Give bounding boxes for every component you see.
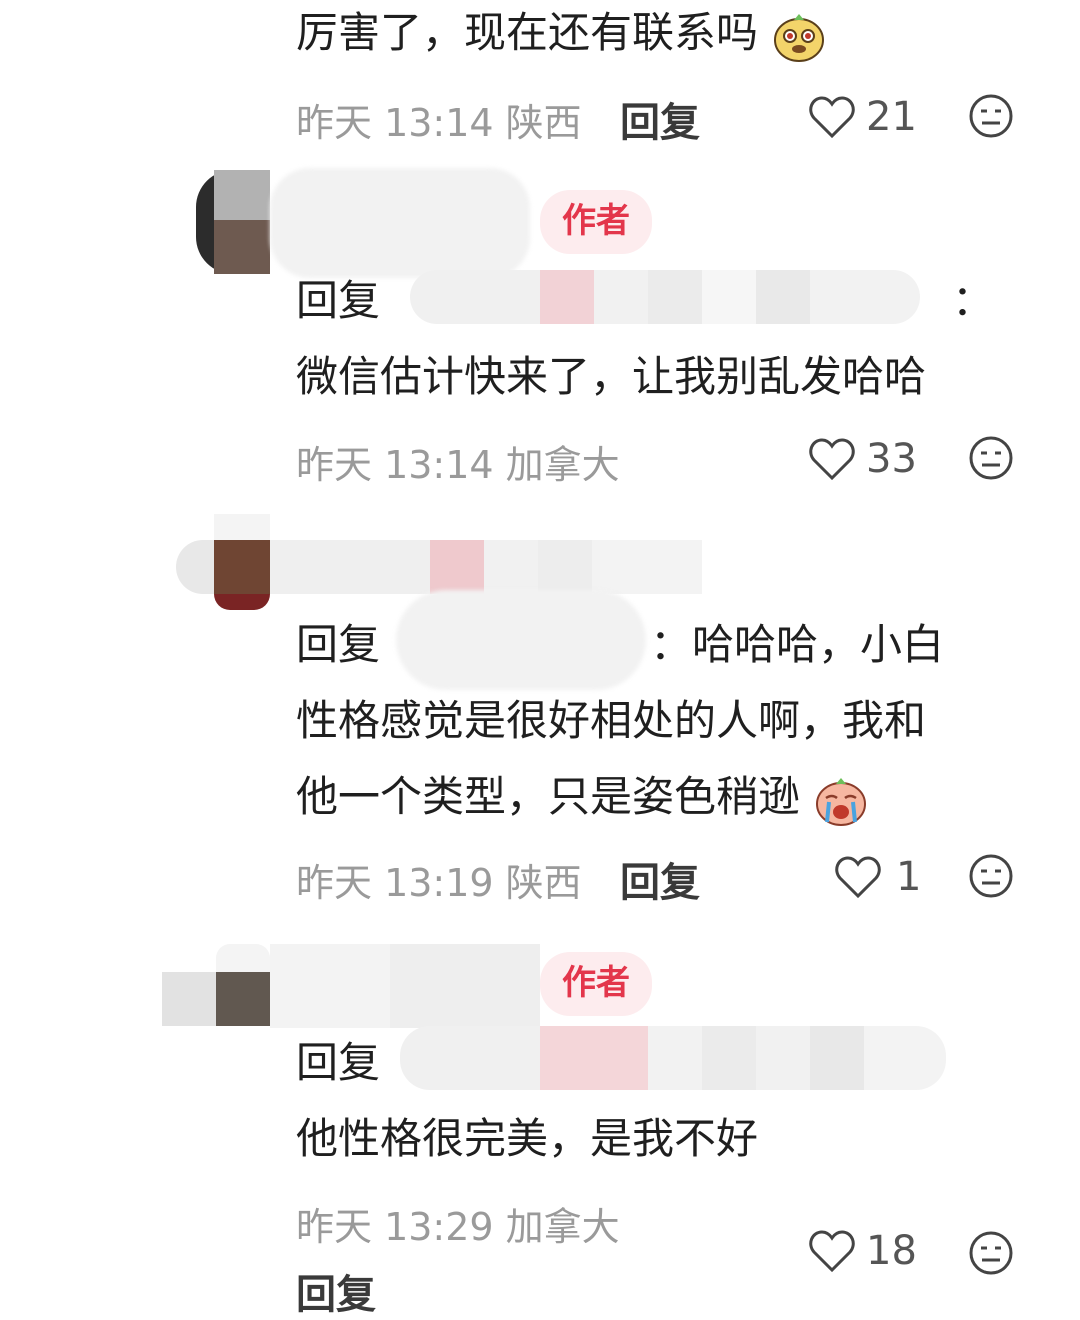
reply-button[interactable]: 回复 [296, 1262, 376, 1320]
redacted-mention [410, 270, 920, 324]
reply-button[interactable]: 回复 [620, 850, 700, 908]
comment-meta: 昨天 13:19 陕西 [296, 861, 582, 905]
neutral-face-icon[interactable] [968, 435, 1014, 481]
author-tag: 作者 [540, 952, 652, 1016]
redacted-mention [396, 590, 646, 690]
comment-3-text-line-2: 他一个类型，只是姿色稍逊 [296, 760, 869, 834]
comment-meta: 昨天 13:29 加拿大 [296, 1205, 620, 1249]
reply-suffix: ： [952, 276, 995, 325]
comment-1-text: 厉害了，现在还有联系吗 [296, 0, 827, 70]
username-redacted [270, 944, 540, 1028]
comment-meta: 昨天 13:14 加拿大 [296, 443, 620, 487]
reply-line: 回复 [296, 1026, 380, 1100]
crying-face-emoji [813, 772, 869, 828]
heart-outline-icon [809, 1230, 855, 1273]
avatar[interactable] [162, 944, 270, 1026]
heart-outline-icon [835, 856, 881, 899]
heart-outline-icon [809, 96, 855, 139]
comment-4-text: 他性格很完美，是我不好 [296, 1114, 759, 1163]
username-redacted [270, 168, 530, 278]
username-redacted [270, 540, 702, 594]
like-count: 18 [866, 1228, 917, 1274]
reply-line: 回复 [296, 608, 380, 682]
comment-3-text-line-1: 性格感觉是很好相处的人啊，我和 [296, 696, 927, 745]
like-count: 21 [866, 94, 917, 140]
reply-prefix: 回复 [296, 1038, 381, 1087]
reply-line: 回复 [296, 264, 380, 338]
avatar[interactable] [196, 170, 270, 274]
like-count: 1 [896, 854, 922, 900]
neutral-face-icon[interactable] [968, 853, 1014, 899]
comment-2-text: 微信估计快来了，让我别乱发哈哈 [296, 352, 927, 401]
neutral-face-icon[interactable] [968, 93, 1014, 139]
like-button[interactable]: 33 [808, 436, 917, 482]
reply-suffix: ：哈哈哈，小白 [650, 620, 945, 669]
redacted-mention [400, 1026, 946, 1090]
avatar[interactable] [176, 514, 270, 610]
reply-prefix: 回复 [296, 276, 381, 325]
like-button[interactable]: 1 [834, 854, 921, 900]
heart-outline-icon [809, 438, 855, 481]
comment-meta: 昨天 13:14 陕西 [296, 101, 582, 145]
like-button[interactable]: 21 [808, 94, 917, 140]
author-tag: 作者 [540, 190, 652, 254]
reply-button[interactable]: 回复 [620, 90, 700, 148]
neutral-face-icon[interactable] [968, 1230, 1014, 1276]
comment-text-line: 他一个类型，只是姿色稍逊 [296, 772, 801, 821]
comment-text-line: 厉害了，现在还有联系吗 [296, 8, 759, 57]
like-count: 33 [866, 436, 917, 482]
dog-face-emoji [771, 8, 827, 64]
like-button[interactable]: 18 [808, 1228, 917, 1274]
reply-prefix: 回复 [296, 620, 381, 669]
